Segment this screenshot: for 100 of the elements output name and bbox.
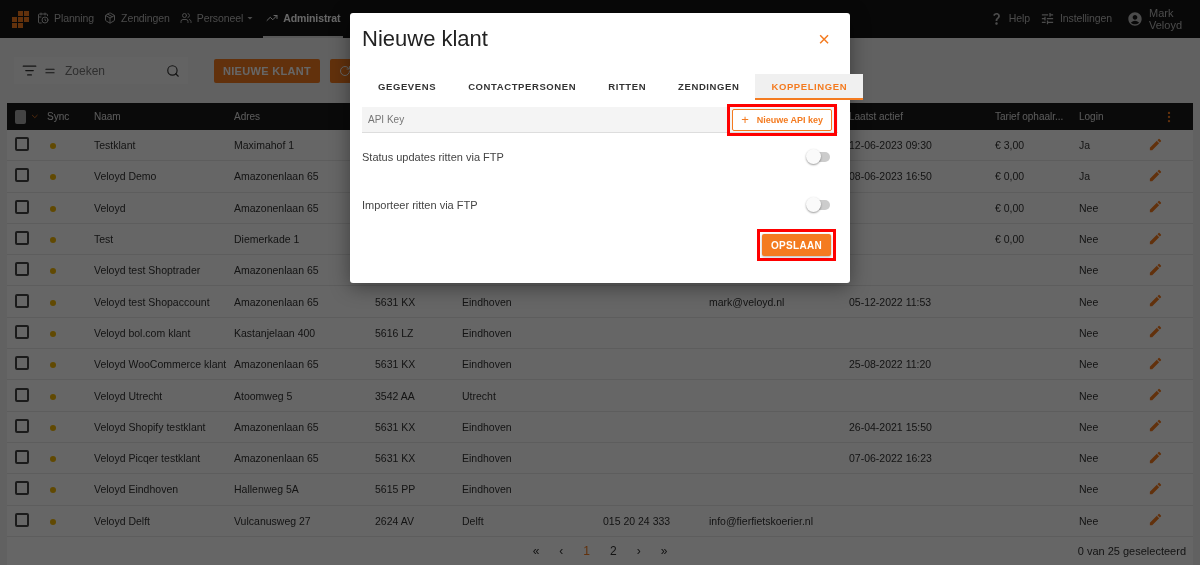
page-link[interactable]: « xyxy=(528,543,544,558)
edit-icon[interactable] xyxy=(1148,199,1163,215)
nav-item[interactable]: Zendingen xyxy=(101,0,173,38)
chart-icon xyxy=(266,12,279,24)
sync-dot xyxy=(50,330,56,337)
edit-icon[interactable] xyxy=(1148,355,1163,371)
sliders-icon xyxy=(1040,10,1056,26)
row-checkbox[interactable] xyxy=(15,231,29,246)
api-key-field[interactable]: API Key xyxy=(362,113,728,126)
table-cell-text: Amazonenlaan 65 xyxy=(233,452,320,465)
page-link[interactable]: 2 xyxy=(606,543,621,558)
sync-dot xyxy=(50,174,56,181)
table-cell-text: Eindhoven xyxy=(461,358,513,371)
column-header: Login xyxy=(1078,111,1105,122)
row-checkbox[interactable] xyxy=(15,387,29,402)
edit-icon[interactable] xyxy=(1148,293,1163,309)
row-checkbox[interactable] xyxy=(15,450,29,465)
logo-icon xyxy=(10,9,30,29)
nav-item[interactable]: Personeel xyxy=(176,0,260,38)
save-button[interactable]: OPSLAAN xyxy=(762,234,831,256)
edit-icon[interactable] xyxy=(1148,261,1163,277)
row-checkbox[interactable] xyxy=(15,199,29,214)
table-cell-text: € 0,00 xyxy=(994,201,1026,214)
sync-dot xyxy=(50,456,56,463)
table-cell-text: Utrecht xyxy=(461,389,497,402)
toggle-label: Importeer ritten via FTP xyxy=(362,199,478,211)
table-cell-text: Maximahof 1 xyxy=(233,139,296,152)
toggle-switch[interactable] xyxy=(808,200,830,210)
table-cell-text: Diemerkade 1 xyxy=(233,233,301,246)
row-checkbox[interactable] xyxy=(15,137,29,152)
page-link[interactable]: › xyxy=(632,543,645,558)
table-cell-text: 25-08-2022 11:20 xyxy=(848,358,933,371)
table-cell-text: Amazonenlaan 65 xyxy=(233,358,320,371)
edit-icon[interactable] xyxy=(1148,387,1163,402)
filter-icon[interactable] xyxy=(22,63,37,78)
table-cell-text: 26-04-2021 15:50 xyxy=(848,420,933,433)
table-cell-text: Amazonenlaan 65 xyxy=(233,295,320,308)
edit-icon[interactable] xyxy=(1148,167,1163,183)
edit-icon[interactable] xyxy=(1148,449,1163,465)
edit-icon[interactable] xyxy=(1148,418,1163,434)
page-link[interactable]: » xyxy=(656,543,672,558)
table-cell-text: Nee xyxy=(1078,233,1100,246)
table-cell-text: Veloyd Utrecht xyxy=(93,389,164,402)
column-header: Laatst actief xyxy=(848,111,904,122)
table-cell-text: 5631 KX xyxy=(374,420,417,433)
row-checkbox[interactable] xyxy=(15,293,29,308)
page-link[interactable]: 1 xyxy=(579,543,594,558)
table-cell-text: Nee xyxy=(1078,420,1100,433)
edit-icon[interactable] xyxy=(1148,136,1163,152)
table-cell-text: Veloyd Shopify testklant xyxy=(93,420,207,433)
edit-icon[interactable] xyxy=(1148,512,1163,528)
toggle-switch[interactable] xyxy=(808,152,830,162)
user-menu[interactable]: Mark Veloyd xyxy=(1118,7,1190,31)
table-cell-text: 5631 KX xyxy=(374,358,417,371)
tab[interactable]: RITTEN xyxy=(592,74,663,100)
nav-item[interactable]: Administrat xyxy=(263,0,344,38)
nav-item[interactable]: Instellingen xyxy=(1037,0,1115,38)
avatar-icon xyxy=(1126,11,1143,27)
tab[interactable]: CONTACTPERSONEN xyxy=(452,74,593,100)
nav-item[interactable]: Planning xyxy=(34,0,98,38)
sync-dot xyxy=(50,424,56,431)
row-checkbox[interactable] xyxy=(15,356,29,371)
api-key-bar[interactable]: API Key + Nieuwe API key xyxy=(362,107,838,133)
row-checkbox[interactable] xyxy=(15,262,29,277)
row-checkbox[interactable] xyxy=(15,512,29,527)
row-checkbox[interactable] xyxy=(15,481,29,496)
row-checkbox[interactable] xyxy=(15,324,29,339)
sync-dot xyxy=(50,362,56,369)
table-cell-text: Nee xyxy=(1078,483,1100,496)
page-link[interactable]: ‹ xyxy=(555,543,568,558)
table-cell-text: Eindhoven xyxy=(461,483,513,496)
table-cell-text: € 3,00 xyxy=(994,139,1026,152)
sync-dot xyxy=(50,487,56,494)
tab[interactable]: ZENDINGEN xyxy=(662,74,756,100)
table-cell-text: 07-06-2022 16:23 xyxy=(848,452,933,465)
search-icon xyxy=(166,63,180,78)
table-cell-text: 5631 KX xyxy=(374,452,417,465)
new-customer-button[interactable]: NIEUWE KLANT xyxy=(214,58,320,83)
nav-item[interactable]: Help xyxy=(985,0,1034,38)
tab[interactable]: KOPPELINGEN xyxy=(755,74,864,100)
table-cell-text: Veloyd Delft xyxy=(93,514,152,527)
edit-icon[interactable] xyxy=(1148,230,1163,246)
table-cell-text: Eindhoven xyxy=(461,326,513,339)
select-all-checkbox[interactable] xyxy=(15,109,27,124)
close-button[interactable]: × xyxy=(810,27,838,51)
table-cell-text: Veloyd test Shopaccount xyxy=(93,295,211,308)
new-api-key-button[interactable]: + Nieuwe API key xyxy=(732,108,832,131)
row-checkbox[interactable] xyxy=(15,418,29,433)
edit-icon[interactable] xyxy=(1148,480,1163,496)
table-cell-text: Testklant xyxy=(93,139,137,152)
table-cell-text: Eindhoven xyxy=(461,420,513,433)
column-header: Adres xyxy=(233,111,262,122)
table-cell-text: Nee xyxy=(1078,326,1100,339)
table-cell-text: 5615 PP xyxy=(374,483,417,496)
sync-dot xyxy=(50,143,56,150)
row-checkbox[interactable] xyxy=(15,168,29,183)
edit-icon[interactable] xyxy=(1148,324,1163,340)
table-cell-text: Veloyd xyxy=(93,201,127,214)
tab[interactable]: GEGEVENS xyxy=(362,74,453,100)
table-cell-text: € 0,00 xyxy=(994,170,1026,183)
